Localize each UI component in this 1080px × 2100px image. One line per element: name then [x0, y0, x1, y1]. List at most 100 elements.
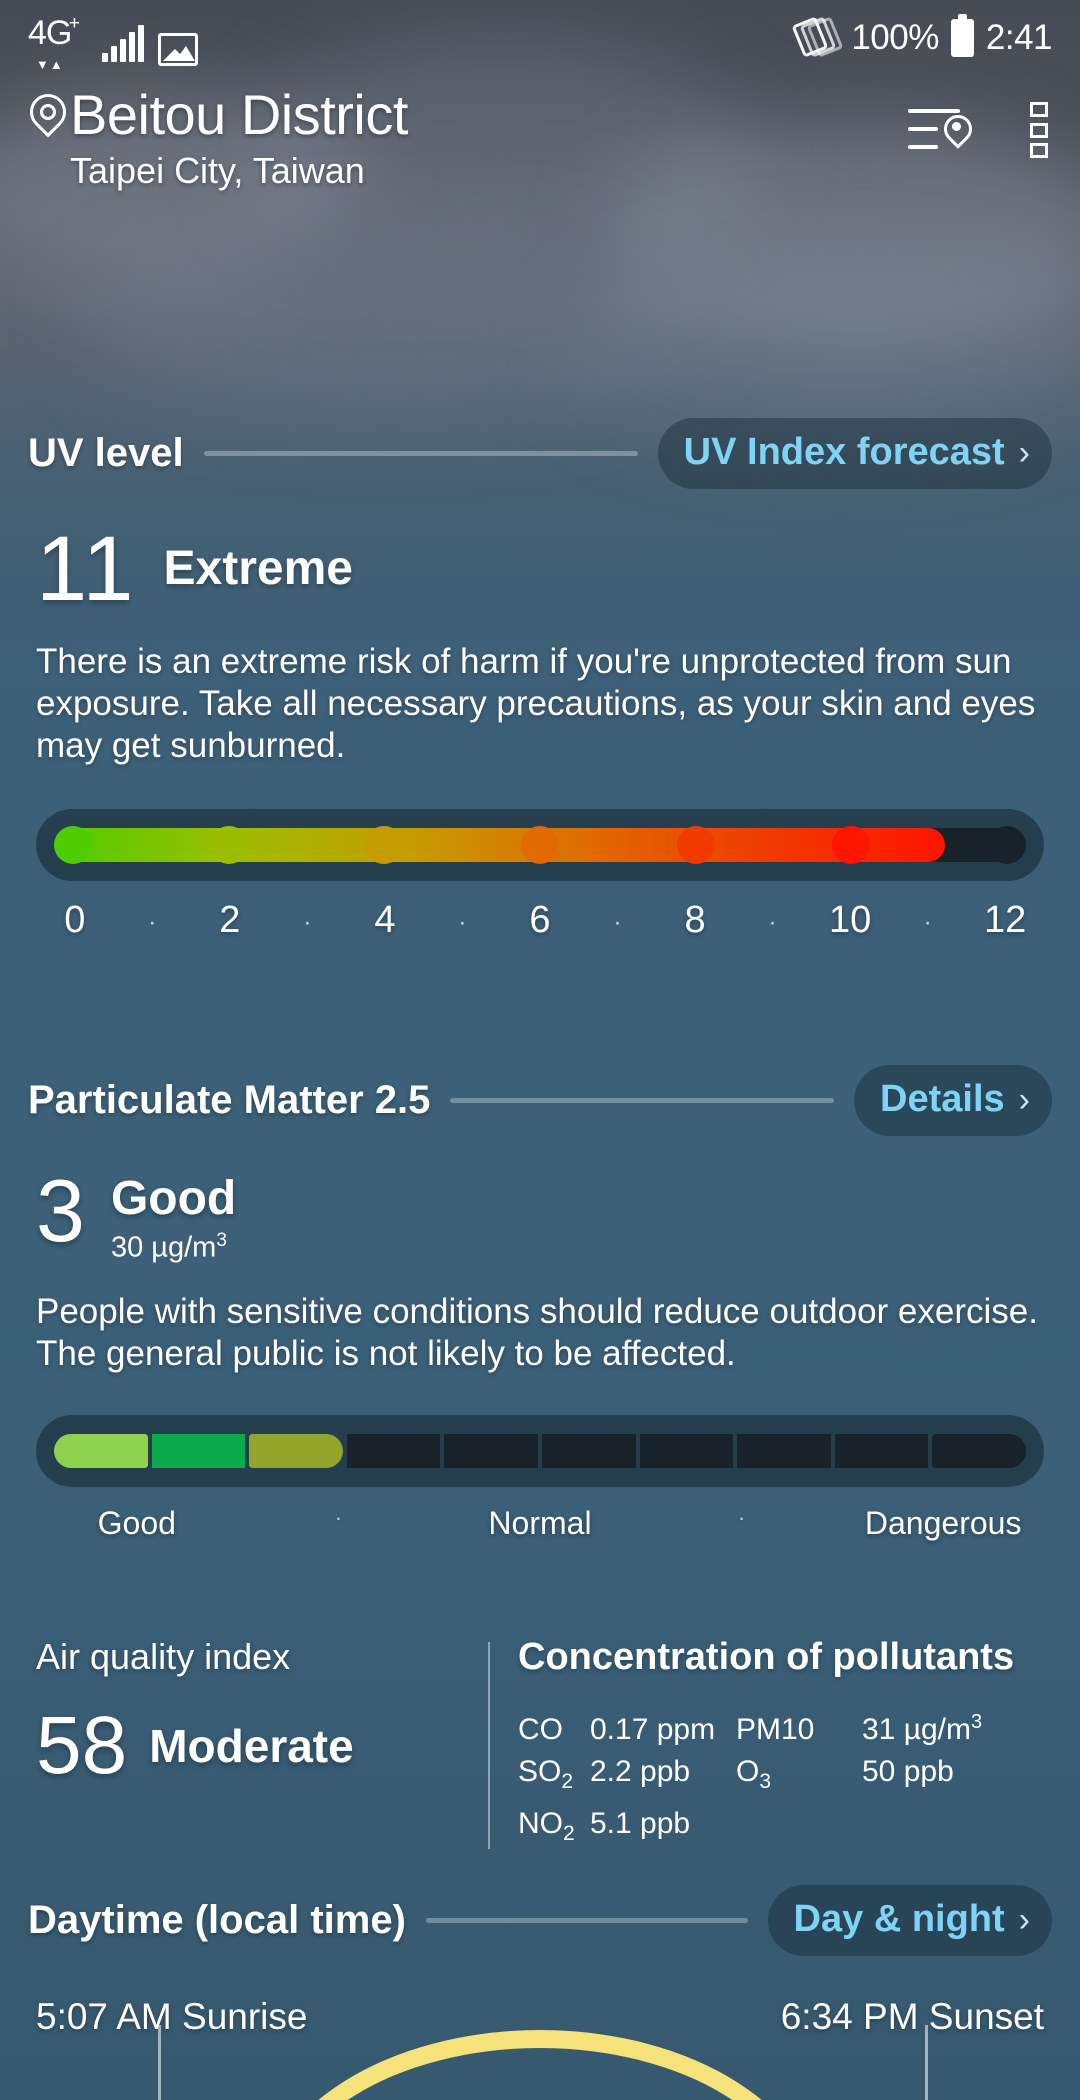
pollutants-block: Concentration of pollutants CO 0.17 ppm PM… [518, 1636, 1044, 1855]
pm25-section-title: Particulate Matter 2.5 [28, 1078, 431, 1122]
pm25-segment-filled [151, 1433, 246, 1468]
uv-dot-marker [676, 826, 715, 864]
uv-dot-marker [365, 826, 404, 864]
day-and-night-button[interactable]: Day & night › [767, 1885, 1052, 1956]
uv-dot-marker [54, 826, 92, 864]
uv-dot-marker [832, 826, 871, 864]
app-header: Beitou District Taipei City, Taiwan [0, 76, 1080, 194]
pm25-segment-empty [639, 1433, 734, 1468]
pm25-concentration: 30 µg/m3 [111, 1230, 236, 1265]
pollutant-value-2: 31 µg/m3 [862, 1711, 983, 1746]
pm25-scale-label: Normal [488, 1504, 592, 1541]
uv-scale-minor-tick: · [458, 909, 467, 936]
uv-dot-marker [521, 826, 559, 864]
sunset-time: 6:34 PM Sunset [780, 1996, 1044, 2037]
pollutant-name-2: O3 [736, 1755, 772, 1793]
pm25-value: 3 [36, 1161, 85, 1260]
status-bar-left: 4G + ▼▲ [28, 8, 198, 72]
chevron-right-icon: › [1018, 1900, 1030, 1939]
uv-track-end-cap [988, 826, 1026, 864]
pm25-segment-empty [834, 1433, 929, 1468]
pollutant-value: 5.1 ppb [590, 1807, 691, 1840]
sunrise-guide-line [158, 2025, 161, 2100]
uv-index-forecast-button[interactable]: UV Index forecast › [657, 418, 1052, 489]
pm25-state-label: Good [110, 1172, 237, 1225]
daytime-section-title: Daytime (local time) [28, 1898, 406, 1942]
section-divider-rule [425, 1918, 748, 1923]
pollutant-name: NO2 [518, 1807, 575, 1845]
cloud-decoration [80, 230, 700, 420]
pm25-segment-empty [737, 1433, 831, 1468]
location-pin-icon [28, 94, 62, 140]
status-bar-right: 100% 2:41 [791, 14, 1053, 61]
uv-scale-tick: 2 [219, 899, 241, 941]
weather-app-screen: 4G + ▼▲ 100% 2:41 Beitou District Taipei… [0, 0, 1080, 2100]
screenshot-image-icon [158, 33, 198, 66]
uv-scale-bar [36, 809, 1044, 881]
pm25-scale-labels: Good · Normal · Dangerous [0, 1505, 1080, 1542]
sunset-guide-line [925, 2025, 928, 2100]
chevron-right-icon: › [1018, 433, 1030, 472]
pollutant-name: CO [518, 1713, 563, 1746]
air-quality-section: Air quality index 58 Moderate Concentrat… [0, 1580, 1080, 1855]
uv-scale-labels: 0 · 2 · 4 · 6 · 8 · 10 · 12 [0, 899, 1080, 947]
daytime-section-header: Daytime (local time) Day & night › [0, 1885, 1080, 1956]
air-quality-index-value: 58 [36, 1700, 128, 1791]
location-subtitle: Taipei City, Taiwan [70, 150, 365, 191]
pm25-scale-minor-tick: · [737, 1504, 746, 1530]
uv-scale-tick: 4 [374, 899, 396, 941]
pm25-details-button[interactable]: Details › [854, 1065, 1052, 1136]
pm25-section: Particulate Matter 2.5 Details › 3 Good … [0, 1065, 1080, 1542]
uv-scale-tick: 8 [684, 899, 706, 941]
pm25-concentration-exponent: 3 [216, 1230, 227, 1251]
air-quality-index-title: Air quality index [36, 1636, 291, 1677]
pollutants-title: Concentration of pollutants [518, 1636, 1015, 1678]
pm25-segment-filled [249, 1433, 343, 1468]
uv-scale-tick: 6 [529, 899, 551, 941]
uv-level-label: Extreme [163, 542, 353, 595]
day-and-night-label: Day & night [793, 1898, 1005, 1940]
page-title: Beitou District [70, 83, 408, 146]
more-options-icon[interactable] [1030, 102, 1052, 158]
uv-scale-tick: 12 [984, 899, 1027, 941]
uv-scale-track [54, 826, 1026, 864]
sun-path-arc [260, 2030, 820, 2100]
sunrise-time: 5:07 AM Sunrise [36, 1996, 308, 2037]
pollutant-name-2: PM10 [736, 1713, 815, 1746]
location-list-icon[interactable] [908, 105, 968, 155]
uv-dot-marker [209, 826, 248, 864]
uv-scale-minor-tick: · [923, 909, 932, 936]
pm25-segment-empty [541, 1433, 636, 1468]
uv-scale-tick: 10 [828, 899, 872, 941]
pm25-scale-minor-tick: · [334, 1504, 343, 1530]
air-quality-index-block: Air quality index 58 Moderate [36, 1636, 488, 1855]
network-traffic-arrows: ▼▲ [36, 57, 64, 72]
pollutant-value: 0.17 ppm [590, 1713, 716, 1746]
location-list-pin-icon [944, 115, 970, 151]
pm25-segment-filled [54, 1433, 148, 1468]
status-clock: 2:41 [985, 18, 1053, 57]
battery-icon [950, 14, 974, 57]
uv-index-forecast-label: UV Index forecast [683, 431, 1005, 473]
uv-section-title: UV level [28, 431, 184, 475]
pm25-segment-empty [444, 1433, 538, 1468]
network-4g-icon: 4G + ▼▲ [28, 13, 88, 72]
pm25-scale-label: Dangerous [864, 1504, 1022, 1541]
uv-scale-tick: 0 [64, 899, 86, 941]
pollutants-table: CO 0.17 ppm PM10 31 µg/m3 SO2 2.2 ppb O3 50 ppb… [518, 1701, 1044, 1855]
network-plus-label: + [68, 13, 80, 34]
location-block[interactable]: Beitou District Taipei City, Taiwan [28, 76, 408, 194]
battery-percent-label: 100% [851, 18, 939, 57]
uv-section-header: UV level UV Index forecast › [0, 418, 1080, 489]
pm25-segment-empty [346, 1433, 441, 1468]
pm25-details-label: Details [880, 1078, 1005, 1120]
pollutant-name: SO2 [518, 1755, 574, 1793]
shake-gesture-icon [791, 15, 844, 61]
pm25-segment-empty [932, 1433, 1026, 1468]
pollutant-row: NO2 5.1 ppb [518, 1803, 1044, 1855]
uv-scale-minor-tick: · [303, 909, 312, 936]
pollutant-row: SO2 2.2 ppb O3 50 ppb [518, 1751, 1044, 1803]
status-bar: 4G + ▼▲ 100% 2:41 [0, 0, 1080, 76]
uv-gradient-fill [54, 828, 946, 862]
header-actions [908, 76, 1052, 158]
